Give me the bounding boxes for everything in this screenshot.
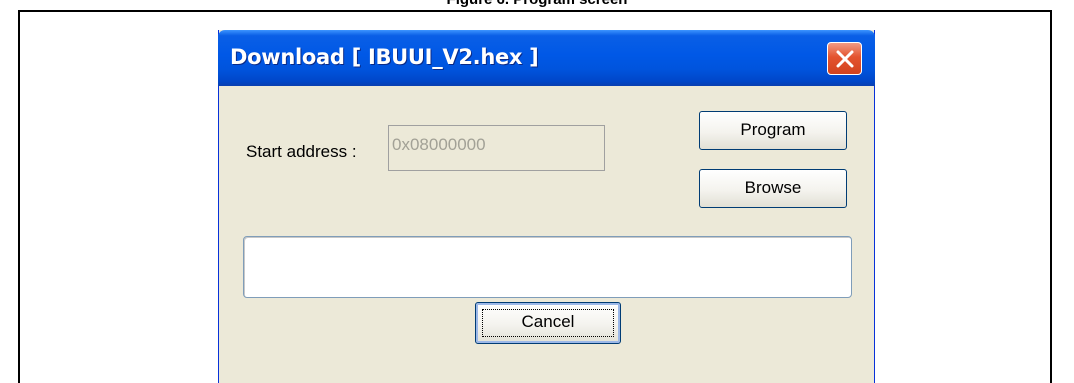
start-address-label: Start address : bbox=[246, 142, 357, 161]
cancel-button[interactable]: Cancel bbox=[475, 302, 621, 344]
download-dialog: Download [ IBUUI_V2.hex ] Start address … bbox=[218, 30, 875, 383]
close-icon bbox=[836, 50, 854, 68]
browse-button[interactable]: Browse bbox=[699, 169, 847, 208]
focus-rectangle bbox=[482, 309, 614, 337]
program-button[interactable]: Program bbox=[699, 111, 847, 150]
dialog-title: Download [ IBUUI_V2.hex ] bbox=[230, 45, 539, 69]
progress-bar bbox=[243, 236, 852, 298]
figure-caption: Figure 6. Program screen bbox=[0, 0, 1074, 9]
close-button[interactable] bbox=[827, 42, 862, 75]
dialog-titlebar[interactable]: Download [ IBUUI_V2.hex ] bbox=[218, 30, 875, 86]
start-address-field[interactable]: 0x08000000 bbox=[388, 125, 605, 171]
